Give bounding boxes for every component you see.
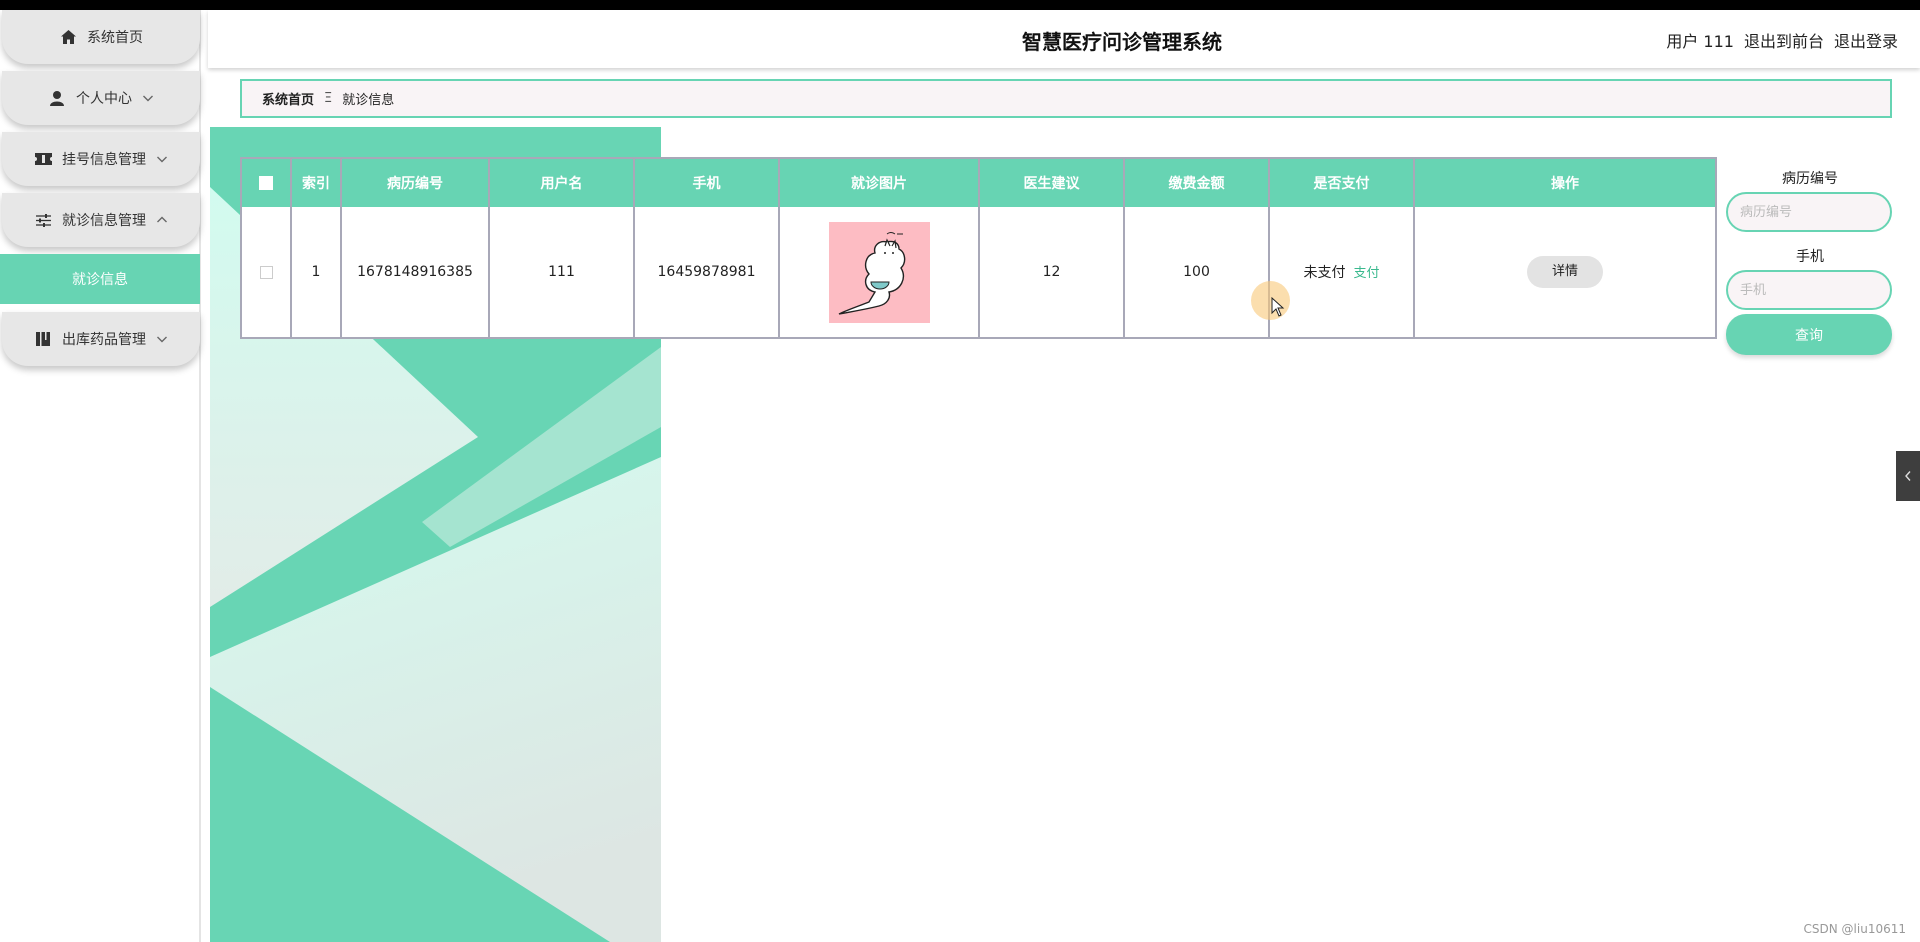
column-header: 是否支付: [1269, 159, 1415, 207]
search-panel: 病历编号 手机 查询: [1726, 168, 1894, 355]
sidebar-item-label: 系统首页: [87, 30, 143, 46]
sliders-icon: [34, 211, 52, 229]
side-collapse-tab[interactable]: [1896, 451, 1920, 501]
sidebar-item-medicine-outbound[interactable]: 出库药品管理: [2, 312, 200, 366]
cat-illustration: [828, 221, 930, 323]
column-header: 用户名: [489, 159, 635, 207]
logout-link[interactable]: 退出登录: [1834, 28, 1898, 52]
cell-username: 111: [489, 207, 635, 337]
record-no-input[interactable]: [1726, 192, 1892, 232]
sidebar-subitem-visit-info[interactable]: 就诊信息: [0, 254, 200, 304]
exit-to-front-link[interactable]: 退出到前台: [1744, 28, 1824, 52]
home-icon: [59, 28, 77, 46]
column-header: 医生建议: [979, 159, 1125, 207]
visit-image-thumbnail[interactable]: [828, 221, 930, 323]
select-all-cell: [242, 159, 292, 207]
chevron-down-icon: [156, 153, 168, 165]
sidebar-item-label: 挂号信息管理: [62, 152, 146, 168]
phone-input[interactable]: [1726, 270, 1892, 310]
column-header: 手机: [634, 159, 780, 207]
breadcrumb: 系统首页 Ξ 就诊信息: [240, 79, 1892, 118]
book-icon: [34, 330, 52, 348]
sidebar-item-label: 就诊信息管理: [62, 213, 146, 229]
phone-label: 手机: [1796, 249, 1824, 265]
cell-phone: 16459878981: [634, 207, 780, 337]
sidebar-item-home[interactable]: 系统首页: [2, 10, 200, 64]
ticket-icon: [34, 150, 52, 168]
cell-amount: 100: [1124, 207, 1270, 337]
select-all-checkbox[interactable]: [259, 176, 273, 190]
sidebar-item-label: 出库药品管理: [62, 332, 146, 348]
column-header: 病历编号: [341, 159, 490, 207]
watermark: CSDN @liu10611: [1803, 922, 1906, 936]
pay-status-text: 未支付: [1303, 265, 1346, 281]
cell-advice: 12: [979, 207, 1125, 337]
column-header: 就诊图片: [779, 159, 980, 207]
column-header: 索引: [291, 159, 342, 207]
row-checkbox[interactable]: [259, 265, 273, 279]
chevron-up-icon: [156, 214, 168, 226]
user-label: 用户 111: [1666, 32, 1734, 51]
top-header: 智慧医疗问诊管理系统 用户 111 退出到前台 退出登录: [208, 10, 1920, 68]
query-button[interactable]: 查询: [1726, 314, 1892, 355]
column-header: 操作: [1551, 176, 1579, 192]
user-icon: [48, 89, 66, 107]
cell-index: 1: [291, 207, 342, 337]
breadcrumb-separator: Ξ: [324, 91, 333, 106]
chevron-down-icon: [142, 92, 154, 104]
breadcrumb-home[interactable]: 系统首页: [262, 89, 314, 108]
sidebar-item-visit-management[interactable]: 就诊信息管理: [2, 193, 200, 247]
chevron-down-icon: [156, 333, 168, 345]
visit-table: 索引 病历编号 用户名 手机 就诊图片 医生建议 缴费金额 是否支付 操作 1 …: [240, 157, 1717, 339]
sidebar-item-registration[interactable]: 挂号信息管理: [2, 132, 200, 186]
mouse-cursor-icon: [1271, 297, 1285, 317]
header-user-actions: 用户 111 退出到前台 退出登录: [1666, 28, 1898, 52]
app-root: 系统首页 个人中心 挂号信息管理 就诊信息管理 就诊信息 出库药品管理 智慧医疗…: [0, 10, 1920, 942]
chevron-left-icon: [1905, 471, 1911, 481]
column-header: 缴费金额: [1124, 159, 1270, 207]
sidebar: 系统首页 个人中心 挂号信息管理 就诊信息管理 就诊信息 出库药品管理: [0, 10, 201, 942]
pay-link[interactable]: 支付: [1353, 266, 1379, 281]
row-select-cell: [242, 207, 292, 337]
breadcrumb-current: 就诊信息: [342, 93, 395, 108]
cell-record-no: 1678148916385: [341, 207, 490, 337]
cell-pay-status: 未支付 支付: [1269, 207, 1415, 337]
app-title: 智慧医疗问诊管理系统: [1022, 30, 1222, 54]
table-header-row: 索引 病历编号 用户名 手机 就诊图片 医生建议 缴费金额 是否支付 操作: [242, 159, 1715, 207]
record-no-label: 病历编号: [1782, 171, 1838, 187]
table-row: 1 1678148916385 111 16459878981 12 100 未…: [242, 207, 1715, 337]
cell-actions: 详情: [1414, 207, 1715, 337]
detail-button[interactable]: 详情: [1527, 256, 1603, 288]
sidebar-item-label: 个人中心: [76, 91, 132, 107]
sidebar-item-personal[interactable]: 个人中心: [2, 71, 200, 125]
cell-image: [779, 207, 980, 337]
